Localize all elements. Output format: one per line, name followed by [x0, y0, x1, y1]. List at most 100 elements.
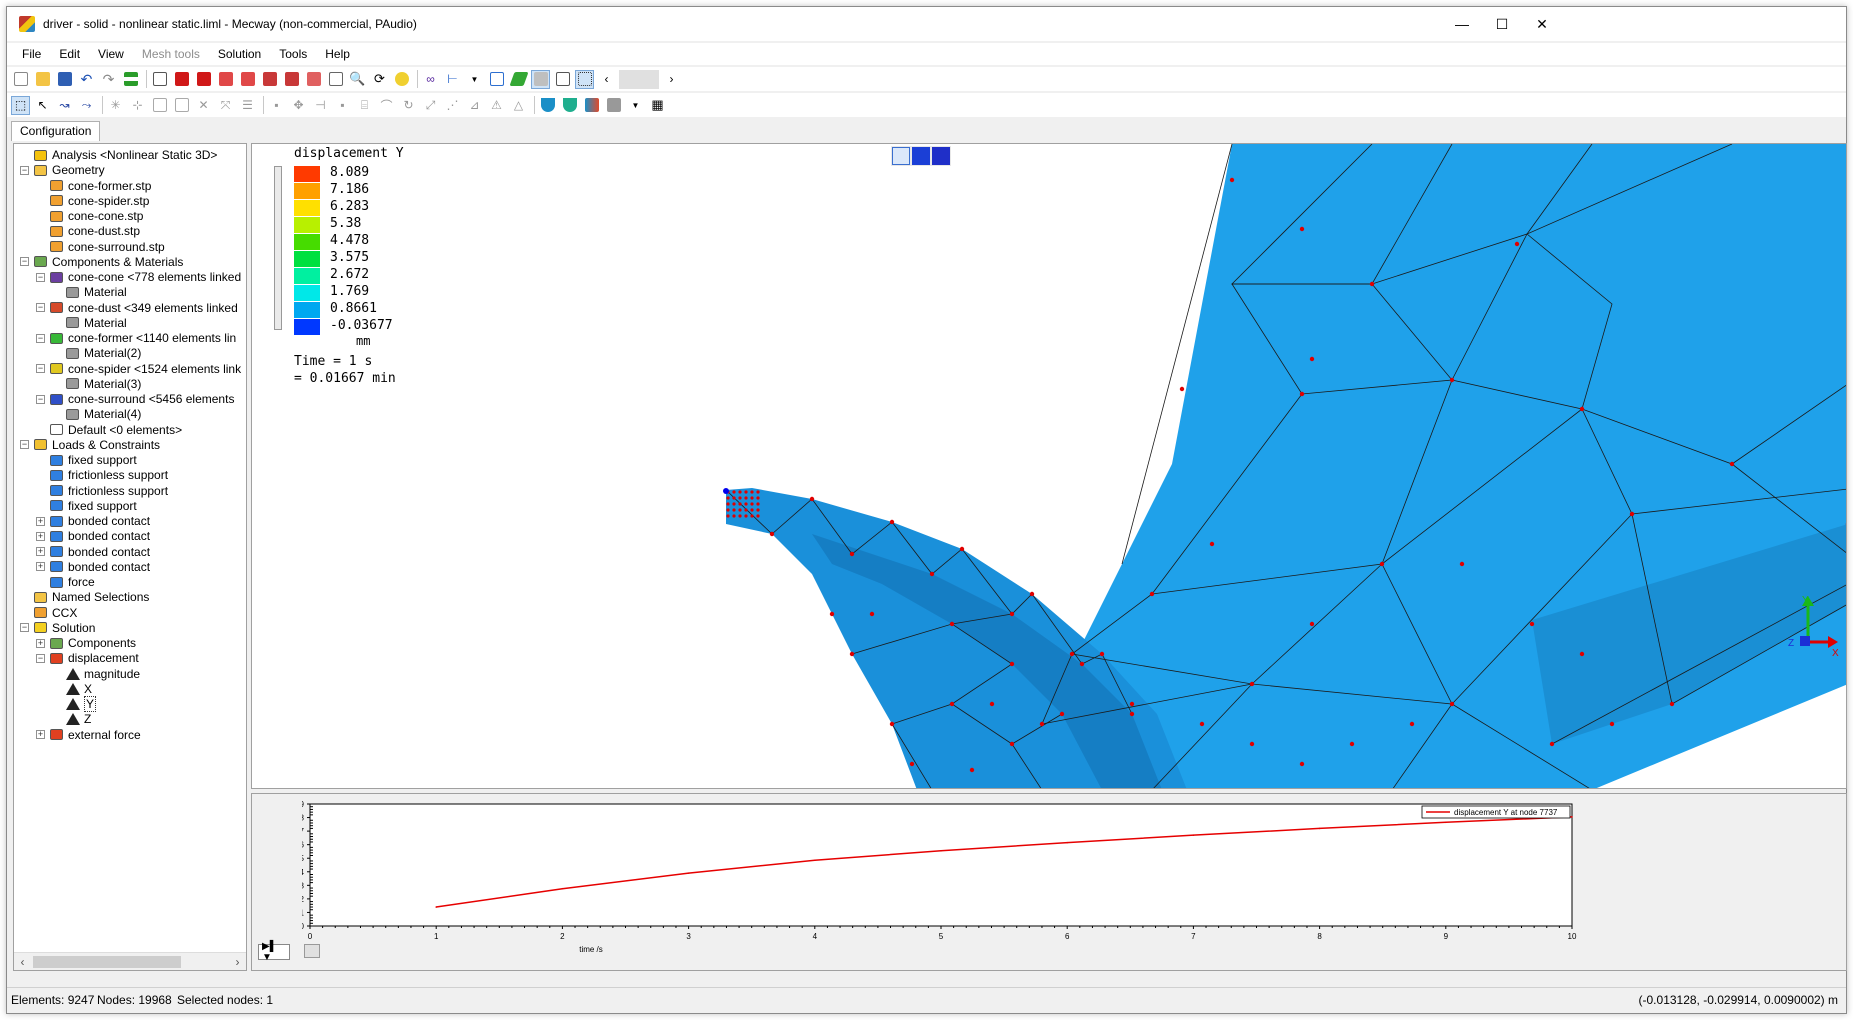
selected-node[interactable] [723, 488, 729, 494]
shell-icon[interactable] [538, 96, 557, 115]
contour-icon[interactable] [582, 96, 601, 115]
rotate-cw-icon[interactable] [392, 70, 411, 89]
delete-icon[interactable]: ✕ [194, 96, 213, 115]
undo-icon[interactable]: ↶ [77, 70, 96, 89]
menu-view[interactable]: View [89, 43, 133, 65]
expand-icon[interactable]: + [36, 516, 45, 526]
mesh-node [744, 514, 748, 518]
mesh-shading-icon[interactable] [575, 69, 594, 89]
menu-file[interactable]: File [13, 43, 50, 65]
support-icon [49, 499, 64, 513]
equal-icon[interactable] [121, 70, 140, 89]
zoom-fit-icon[interactable] [326, 70, 345, 89]
collapse-icon[interactable]: − [20, 257, 29, 267]
select-element-icon[interactable]: ↝ [55, 96, 74, 115]
view-left-icon[interactable] [216, 70, 235, 89]
menu-help[interactable]: Help [316, 43, 359, 65]
collapse-icon[interactable]: − [36, 364, 45, 373]
menu-mesh-tools[interactable]: Mesh tools [133, 43, 209, 65]
scroll-thumb[interactable] [33, 956, 181, 968]
collapse-icon[interactable]: − [36, 303, 45, 312]
close-button[interactable]: ✕ [1519, 7, 1565, 41]
tree-item[interactable]: + external force [36, 726, 141, 744]
transform-icon[interactable]: ⤧ [216, 96, 235, 115]
box-icon[interactable] [150, 96, 169, 115]
rotate-icon[interactable]: ⟳ [370, 70, 389, 89]
redo-icon[interactable]: ↷ [99, 70, 118, 89]
expand-icon[interactable]: + [36, 730, 45, 739]
save-icon[interactable] [55, 70, 74, 89]
collapse-icon[interactable]: − [20, 165, 29, 175]
revolve-icon[interactable]: ↻ [399, 96, 418, 115]
shell-green-icon[interactable] [560, 96, 579, 115]
view-top-icon[interactable] [260, 70, 279, 89]
annotate-icon[interactable] [487, 70, 506, 89]
view-back-icon[interactable] [194, 70, 213, 89]
animation-frame-box[interactable] [304, 944, 320, 958]
scroll-box[interactable] [619, 69, 659, 89]
scroll-right-arrow-icon[interactable]: › [229, 953, 246, 970]
cylinder-icon[interactable]: ⌸ [355, 96, 374, 115]
outline-shading-icon[interactable] [553, 70, 572, 89]
dropdown-arrow-icon[interactable]: ▼ [465, 70, 484, 89]
scroll-left-icon[interactable]: ‹ [597, 70, 616, 89]
table-icon[interactable]: ▦ [648, 96, 667, 115]
scale-icon[interactable]: ⤢ [421, 96, 440, 115]
shaded-cube-icon[interactable] [932, 147, 950, 165]
sweep-icon[interactable]: ⌒ [377, 96, 396, 115]
collapse-icon[interactable]: − [20, 623, 29, 633]
display-options-icon[interactable] [604, 96, 623, 115]
extrude-icon[interactable]: ☰ [238, 96, 257, 115]
section-view-icon[interactable]: ⊢ [443, 70, 462, 89]
select-pointer-icon[interactable]: ⬚ [11, 95, 30, 115]
collapse-icon[interactable]: − [20, 440, 29, 450]
new-file-icon[interactable] [11, 70, 30, 89]
mirror-icon[interactable]: ⊣ [311, 96, 330, 115]
expand-icon[interactable]: + [36, 547, 45, 556]
surface-icon[interactable] [508, 70, 529, 89]
menu-tools[interactable]: Tools [270, 43, 316, 65]
expand-icon[interactable]: + [36, 638, 45, 648]
view-bottom-icon[interactable] [282, 70, 301, 89]
view-right-icon[interactable] [238, 70, 257, 89]
triangle-icon[interactable]: △ [509, 96, 528, 115]
expand-icon[interactable]: + [36, 562, 45, 572]
nodes-icon[interactable]: ⋰ [443, 96, 462, 115]
solid-cube-icon[interactable] [912, 147, 930, 165]
expand-icon[interactable]: + [36, 531, 45, 541]
geometry-file-icon [49, 224, 64, 238]
view-iso-icon[interactable] [304, 70, 323, 89]
refine-icon[interactable]: ▪ [333, 96, 352, 115]
open-folder-icon[interactable] [33, 70, 52, 89]
play-pause-button[interactable]: ▶▌ ▼ [258, 941, 290, 963]
explode-icon[interactable]: ✳ [106, 96, 125, 115]
solid-shading-icon[interactable] [531, 69, 550, 89]
3d-viewport[interactable]: displacement Y 8.089 7.186 6.283 5.38 4.478 3… [251, 143, 1847, 789]
triangle-hatched-icon[interactable]: ⚠ [487, 96, 506, 115]
merge-icon[interactable]: ▪ [267, 96, 286, 115]
mesh-render[interactable] [252, 144, 1847, 789]
move-icon[interactable]: ✥ [289, 96, 308, 115]
zoom-icon[interactable]: 🔍 [348, 70, 367, 89]
scroll-left-arrow-icon[interactable]: ‹ [14, 953, 31, 970]
wireframe-view-icon[interactable] [150, 70, 169, 89]
scroll-right-icon[interactable]: › [662, 70, 681, 89]
collapse-icon[interactable]: − [36, 333, 45, 343]
tree-horizontal-scrollbar[interactable]: ‹ › [14, 952, 246, 970]
glasses-icon[interactable]: ∞ [421, 70, 440, 89]
tab-configuration[interactable]: Configuration [11, 121, 101, 141]
measure-icon[interactable]: ⊿ [465, 96, 484, 115]
collapse-icon[interactable]: − [36, 653, 45, 663]
select-node-icon[interactable]: ↖ [33, 96, 52, 115]
cube-icon[interactable] [172, 96, 191, 115]
view-front-icon[interactable] [172, 70, 191, 89]
collapse-icon[interactable]: − [36, 394, 45, 404]
dropdown-arrow-icon-2[interactable]: ▼ [626, 96, 645, 115]
split-icon[interactable]: ⊹ [128, 96, 147, 115]
wire-cube-icon[interactable] [892, 147, 910, 165]
collapse-icon[interactable]: − [36, 272, 45, 282]
menu-edit[interactable]: Edit [50, 43, 89, 65]
legend-range-slider[interactable] [274, 166, 282, 330]
menu-solution[interactable]: Solution [209, 43, 270, 65]
select-face-icon[interactable]: ⤳ [77, 96, 96, 115]
